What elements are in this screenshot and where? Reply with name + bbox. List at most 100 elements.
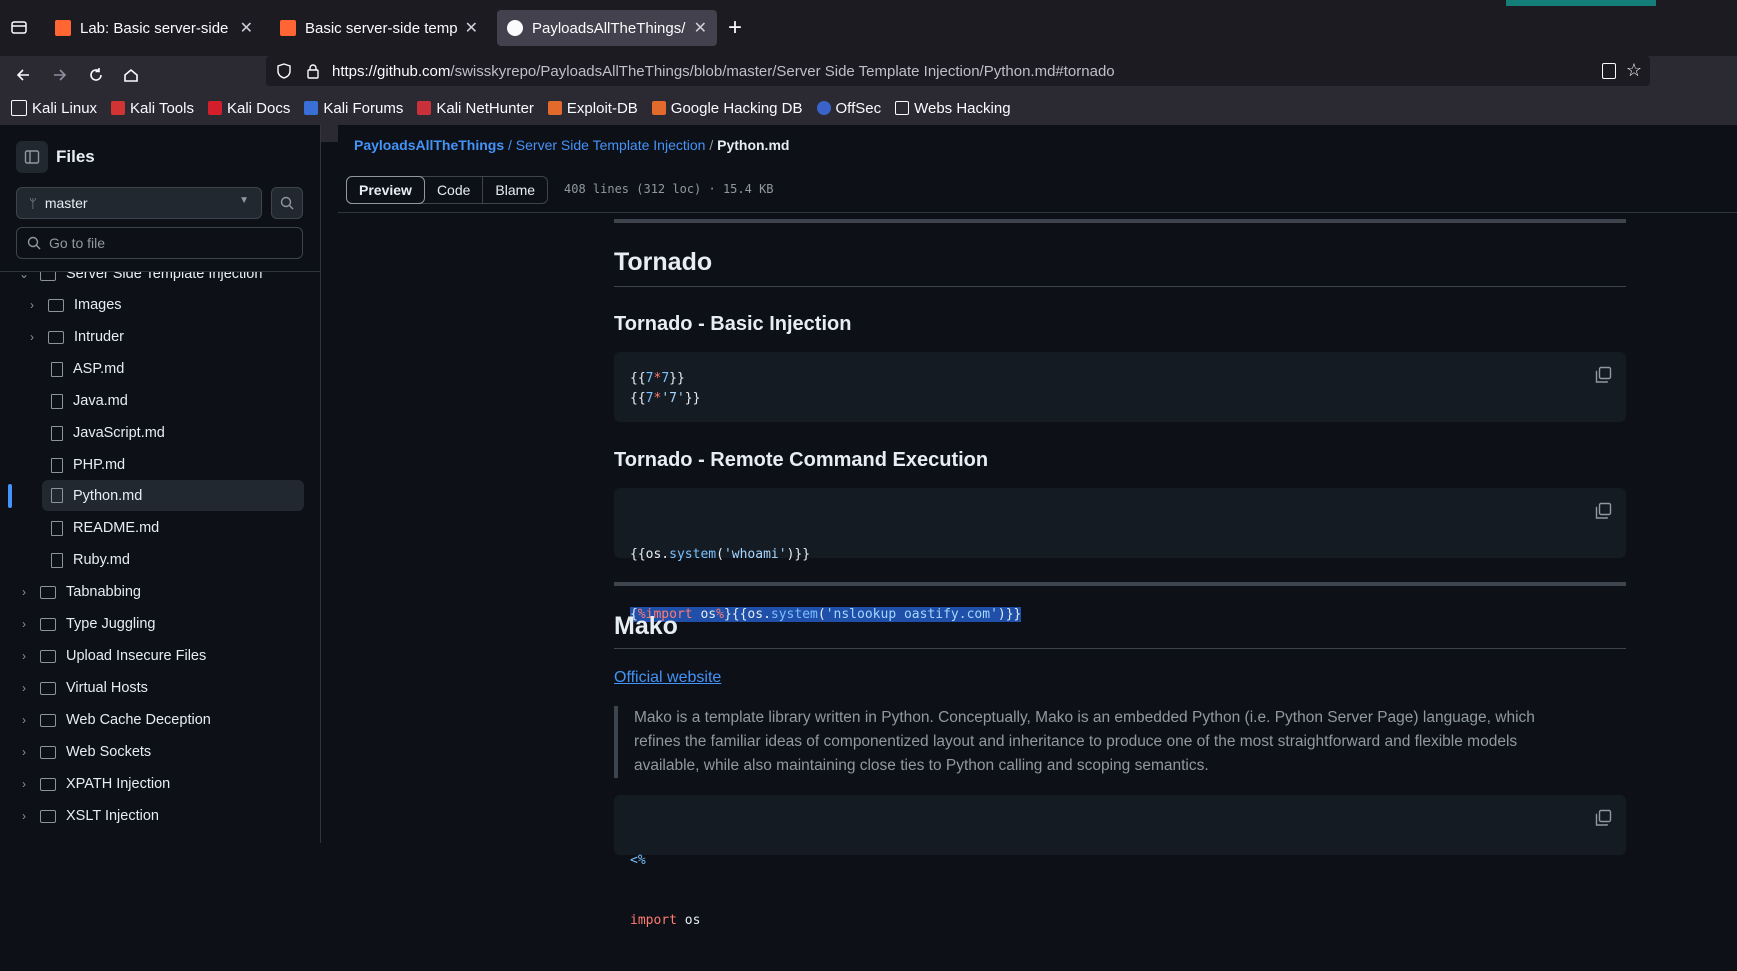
bookmark-kali-docs[interactable]: Kali Docs (207, 99, 291, 117)
heading-mako: Mako (614, 612, 678, 640)
tree-folder-type-juggling[interactable]: › Type Juggling (0, 608, 320, 640)
tree-folder-intruder[interactable]: › Intruder (0, 321, 320, 353)
url-host: https://github.com (332, 62, 451, 80)
file-icon (51, 425, 63, 441)
tree-file-python-selected[interactable]: Python.md (42, 480, 304, 511)
file-icon (51, 552, 63, 568)
url-bar[interactable]: https://github.com/swisskyrepo/PayloadsA… (266, 56, 1650, 86)
search-icon (280, 196, 294, 210)
breadcrumb: PayloadsAllTheThings / Server Side Templ… (354, 137, 789, 153)
file-icon (51, 361, 63, 377)
bookmark-kali-tools[interactable]: Kali Tools (111, 100, 194, 117)
bookmark-label: Kali Docs (226, 99, 291, 117)
close-icon[interactable]: ✕ (694, 18, 707, 38)
tree-file-asp[interactable]: ASP.md (0, 353, 320, 385)
branch-name: master (44, 195, 88, 211)
blockquote-text: Mako is a template library written in Py… (634, 709, 1535, 774)
tree-folder-xslt-injection[interactable]: › XSLT Injection (0, 800, 320, 832)
search-button[interactable] (271, 187, 303, 219)
tree-label: Java.md (73, 393, 128, 409)
bookmark-star-icon[interactable]: ☆ (1626, 60, 1642, 81)
kali-icon (11, 100, 27, 116)
collapse-sidebar-button[interactable] (16, 141, 48, 173)
copy-icon[interactable] (1594, 809, 1612, 827)
branch-select[interactable]: ᛘ master ▼ (16, 187, 262, 219)
chevron-right-icon: › (22, 681, 26, 695)
tree-label: JavaScript.md (73, 425, 165, 441)
copy-icon[interactable] (1594, 366, 1612, 384)
code-block-mako[interactable]: <% import os (614, 795, 1626, 928)
tree-label: README.md (73, 520, 160, 536)
folder-icon (40, 745, 56, 759)
bookmark-exploit-db[interactable]: Exploit-DB (547, 99, 638, 117)
tree-folder-virtual-hosts[interactable]: › Virtual Hosts (0, 672, 320, 704)
tree-file-java[interactable]: Java.md (0, 385, 320, 417)
tree-folder-images[interactable]: › Images (0, 289, 320, 321)
reader-view-icon[interactable] (1602, 63, 1616, 79)
bookmark-label: Google Hacking DB (670, 99, 803, 117)
tree-label: Tabnabbing (66, 584, 141, 600)
tab-lab[interactable]: Lab: Basic server-side ten ✕ (45, 10, 263, 46)
breadcrumb-repo[interactable]: PayloadsAllTheThings (354, 137, 504, 153)
tree-scroll[interactable]: ⌄ Server Side Template Injection › Image… (0, 272, 320, 843)
bookmark-ghdb[interactable]: Google Hacking DB (651, 99, 803, 117)
search-icon (27, 236, 41, 250)
tab-overview-icon[interactable] (10, 18, 28, 36)
portswigger-icon (55, 20, 71, 36)
tree-folder-web-sockets[interactable]: › Web Sockets (0, 736, 320, 768)
home-icon[interactable] (116, 60, 146, 90)
file-icon (51, 457, 63, 473)
section-divider (614, 582, 1626, 586)
tree-label: Python.md (73, 487, 143, 504)
bookmark-webs-hacking[interactable]: Webs Hacking (895, 100, 1011, 117)
code-line: {{os.system('whoami')}} (630, 547, 811, 562)
go-to-file-input[interactable]: Go to file (16, 227, 303, 259)
tree-file-php[interactable]: PHP.md (0, 449, 320, 481)
chevron-right-icon: › (30, 298, 34, 312)
bookmarks-bar: Kali Linux Kali Tools Kali Docs Kali For… (11, 96, 1025, 120)
tree-folder-server-side-template-injection[interactable]: ⌄ Server Side Template Injection (0, 272, 320, 290)
tree-folder-xpath-injection[interactable]: › XPATH Injection (0, 768, 320, 800)
tab-basic-ssti[interactable]: Basic server-side templat ✕ (270, 10, 488, 46)
tab-blame[interactable]: Blame (483, 177, 547, 203)
tree-label: Intruder (74, 329, 124, 345)
bookmark-offsec[interactable]: OffSec (816, 100, 881, 117)
code-block-rce[interactable]: {{os.system('whoami')}} {%import os%}{{o… (614, 488, 1626, 622)
file-tree-sidebar: Files ᛘ master ▼ Go to file ⌄ Server Sid… (0, 125, 321, 843)
heading-tornado-basic: Tornado - Basic Injection (614, 313, 852, 335)
tab-payloads[interactable]: PayloadsAllTheThings/Se ✕ (497, 10, 717, 46)
link-official-website[interactable]: Official website (614, 669, 721, 687)
breadcrumb-folder[interactable]: / Server Side Template Injection (508, 137, 705, 153)
folder-icon (40, 777, 56, 791)
copy-icon[interactable] (1594, 502, 1612, 520)
tree-folder-web-cache-deception[interactable]: › Web Cache Deception (0, 704, 320, 736)
tab-code[interactable]: Code (425, 177, 484, 203)
tree-folder-tabnabbing[interactable]: › Tabnabbing (0, 576, 320, 608)
bookmark-label: Kali Forums (323, 99, 404, 117)
tree-file-javascript[interactable]: JavaScript.md (0, 417, 320, 449)
tree-file-ruby[interactable]: Ruby.md (0, 544, 320, 576)
chevron-right-icon: › (22, 617, 26, 631)
bookmark-label: Exploit-DB (566, 99, 638, 117)
bookmark-kali-nethunter[interactable]: Kali NetHunter (417, 100, 534, 117)
folder-icon (40, 681, 56, 695)
bookmark-kali-linux[interactable]: Kali Linux (11, 100, 97, 117)
reload-icon[interactable] (81, 60, 111, 90)
bookmark-kali-forums[interactable]: Kali Forums (304, 100, 403, 117)
caret-down-icon: ▼ (239, 195, 249, 206)
portswigger-icon (280, 20, 296, 36)
tree-folder-upload-insecure-files[interactable]: › Upload Insecure Files (0, 640, 320, 672)
code-block-basic[interactable]: {{7*7}} {{7*'7'}} (614, 352, 1626, 422)
close-icon[interactable]: ✕ (465, 18, 478, 38)
tab-preview[interactable]: Preview (346, 176, 425, 204)
lock-icon[interactable] (306, 63, 320, 79)
shield-icon[interactable] (276, 63, 292, 79)
close-icon[interactable]: ✕ (240, 18, 253, 38)
code-line: {{7*7}} (630, 371, 685, 386)
forward-icon[interactable] (45, 60, 75, 90)
tree-file-readme[interactable]: README.md (0, 512, 320, 544)
new-tab-icon[interactable]: + (728, 14, 742, 42)
kali-docs-icon (207, 101, 222, 115)
file-icon (51, 488, 63, 503)
back-icon[interactable] (8, 60, 38, 90)
